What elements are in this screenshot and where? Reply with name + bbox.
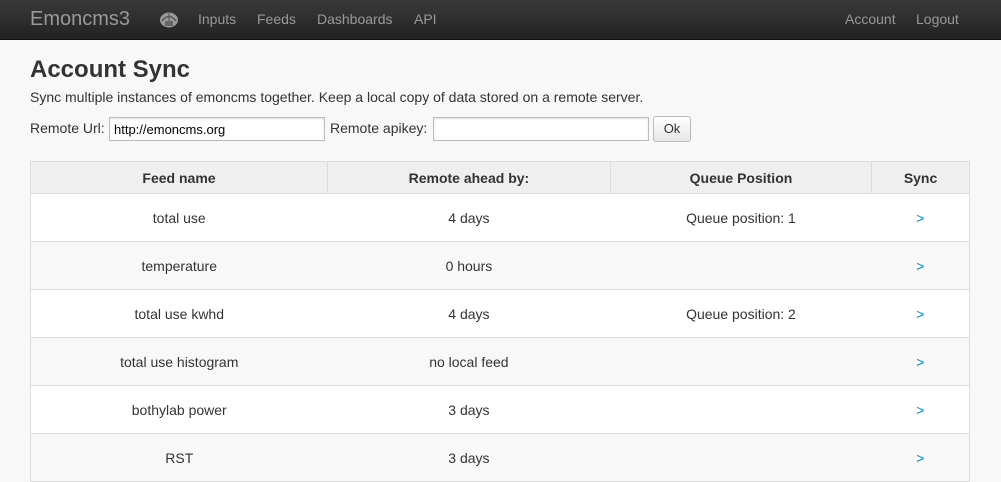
sync-cell: > [871, 193, 970, 242]
feed-name-cell: total use histogram [30, 337, 328, 386]
queue-position-cell: Queue position: 2 [610, 289, 872, 338]
ok-button[interactable]: Ok [653, 116, 691, 142]
sync-link[interactable]: > [916, 210, 924, 226]
page-title: Account Sync [30, 56, 191, 83]
feed-name-cell: total use kwhd [30, 289, 328, 338]
page-subtitle: Sync multiple instances of emoncms toget… [30, 89, 644, 105]
sync-link[interactable]: > [916, 354, 924, 370]
feed-name-cell: bothylab power [30, 385, 328, 434]
table-row: total use kwhd 4 days Queue position: 2 … [30, 289, 970, 338]
queue-position-cell [610, 337, 872, 386]
table-row: total use histogram no local feed > [30, 337, 970, 386]
table-header-row: Feed name Remote ahead by: Queue Positio… [30, 161, 970, 194]
table-row: temperature 0 hours > [30, 241, 970, 290]
remote-ahead-cell: 4 days [327, 193, 611, 242]
sync-link[interactable]: > [916, 306, 924, 322]
sync-cell: > [871, 289, 970, 338]
header-sync: Sync [871, 161, 970, 194]
queue-position-cell [610, 241, 872, 290]
queue-position-cell [610, 385, 872, 434]
remote-url-label: Remote Url: [30, 120, 105, 136]
nav-logout[interactable]: Logout [916, 11, 959, 27]
remote-url-input[interactable] [109, 117, 325, 141]
remote-sync-form: Remote Url: Remote apikey: Ok [30, 116, 970, 144]
sync-link[interactable]: > [916, 402, 924, 418]
table-row: bothylab power 3 days > [30, 385, 970, 434]
remote-ahead-cell: no local feed [327, 337, 611, 386]
nav-dashboards[interactable]: Dashboards [317, 11, 393, 27]
header-queue-position: Queue Position [609, 161, 873, 194]
remote-ahead-cell: 3 days [327, 385, 611, 434]
remote-ahead-cell: 4 days [327, 289, 611, 338]
feed-name-cell: RST [30, 433, 328, 482]
sync-link[interactable]: > [916, 258, 924, 274]
remote-apikey-label: Remote apikey: [330, 120, 428, 136]
table-row: total use 4 days Queue position: 1 > [30, 193, 970, 242]
header-remote-ahead: Remote ahead by: [327, 161, 611, 194]
sync-cell: > [871, 433, 970, 482]
remote-ahead-cell: 0 hours [327, 241, 611, 290]
header-feed-name: Feed name [30, 161, 328, 194]
feed-name-cell: temperature [30, 241, 328, 290]
sync-table: Feed name Remote ahead by: Queue Positio… [30, 161, 970, 482]
queue-position-cell [610, 433, 872, 482]
sync-cell: > [871, 385, 970, 434]
nav-feeds[interactable]: Feeds [257, 11, 296, 27]
brand-link[interactable]: Emoncms3 [30, 8, 130, 31]
nav-account[interactable]: Account [845, 11, 896, 27]
queue-position-cell: Queue position: 1 [610, 193, 872, 242]
nav-inputs[interactable]: Inputs [198, 11, 236, 27]
feed-name-cell: total use [30, 193, 328, 242]
helmet-icon[interactable] [159, 10, 179, 28]
remote-apikey-input[interactable] [433, 117, 649, 141]
sync-cell: > [871, 241, 970, 290]
sync-link[interactable]: > [916, 450, 924, 466]
remote-ahead-cell: 3 days [327, 433, 611, 482]
table-row: RST 3 days > [30, 433, 970, 482]
nav-api[interactable]: API [414, 11, 437, 27]
top-navbar: Emoncms3 Inputs Feeds Dashboards API Acc… [0, 0, 1001, 40]
sync-cell: > [871, 337, 970, 386]
